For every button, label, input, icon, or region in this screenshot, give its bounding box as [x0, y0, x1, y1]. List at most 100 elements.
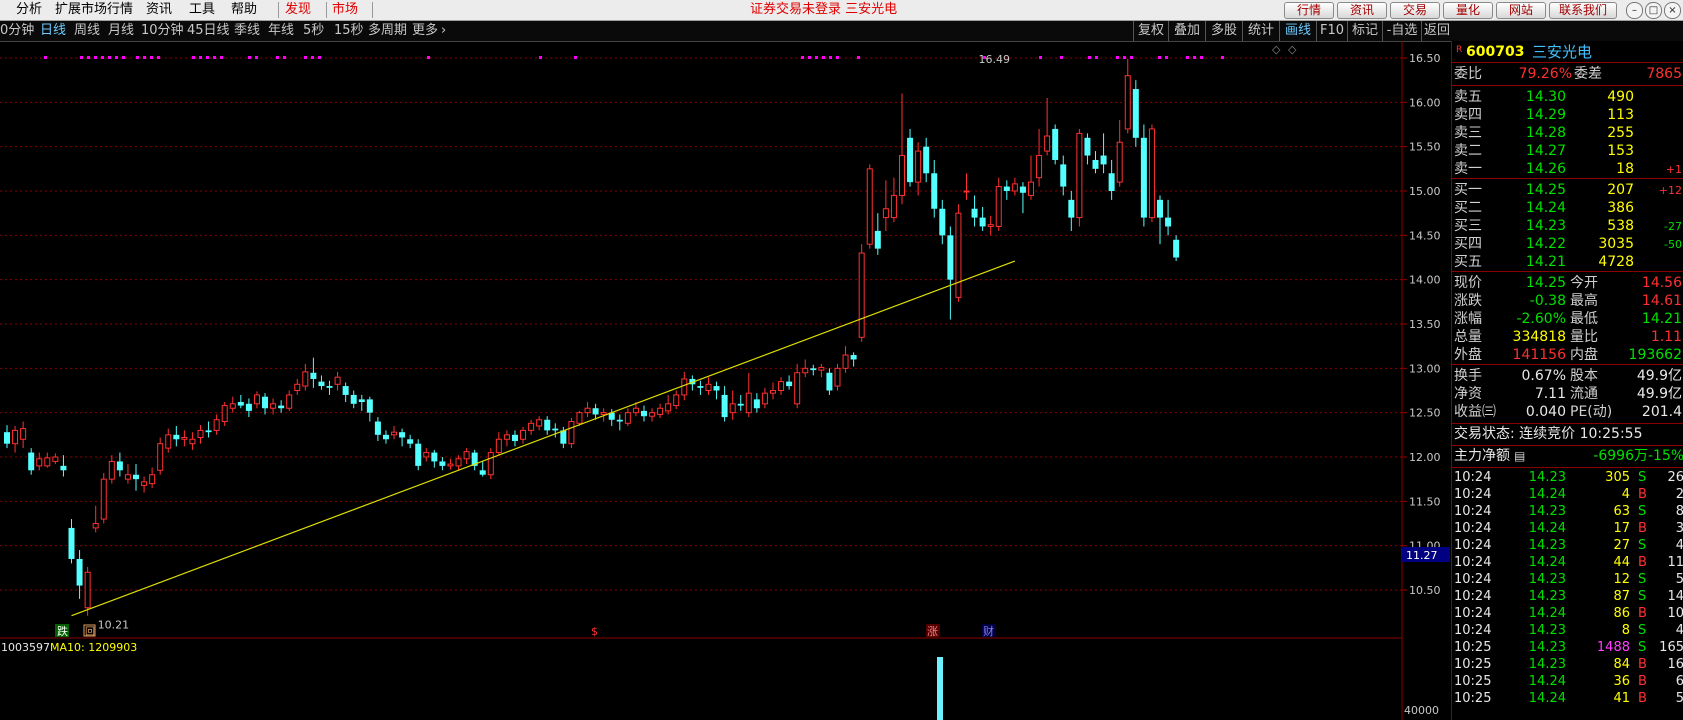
tick-row[interactable]: 10:24 14.24 17 B 3 [1452, 520, 1683, 537]
candle-body [455, 458, 462, 467]
candle-body [544, 419, 551, 431]
tick-row[interactable]: 10:24 14.23 63 S 8 [1452, 503, 1683, 520]
diamond-icon[interactable]: ◇ [1272, 43, 1281, 56]
stat-row: 净资 7.11 流通 49.9亿 [1452, 385, 1683, 404]
y-tick-label: 15.00 [1409, 185, 1441, 198]
trade-top-button[interactable]: 交易 [1390, 2, 1440, 19]
tick-row[interactable]: 10:25 14.24 41 B 5 [1452, 690, 1683, 707]
tick-row[interactable]: 10:24 14.23 87 S 14 [1452, 588, 1683, 605]
candle [931, 159, 938, 218]
candle [1165, 199, 1172, 236]
tick-row[interactable]: 10:24 14.23 27 S 4 [1452, 537, 1683, 554]
tool-statistics[interactable]: 统计 [1242, 21, 1279, 41]
candle-body [1068, 199, 1075, 218]
marker-dollar[interactable]: $ [591, 625, 598, 638]
period-more[interactable]: 更多 [412, 21, 438, 41]
candle [552, 423, 559, 438]
quant-top-button[interactable]: 量化 [1443, 2, 1493, 19]
website-top-button[interactable]: 网站 [1496, 2, 1546, 19]
candle [520, 426, 527, 444]
tool-back[interactable]: 返回 [1421, 21, 1452, 41]
candle [923, 137, 930, 183]
menu-news[interactable]: 资讯 [146, 0, 172, 20]
period-daily[interactable]: 日线 [40, 21, 66, 41]
ask-row[interactable]: 卖五 14.30 490 [1452, 88, 1683, 107]
tick-row[interactable]: 10:24 14.24 4 B 2 [1452, 486, 1683, 503]
bid-row[interactable]: 买一 14.25 207 +12 [1452, 181, 1683, 200]
period-0min[interactable]: 0分钟 [0, 21, 34, 41]
candle [278, 400, 285, 413]
volume-bar [937, 657, 943, 720]
trendline[interactable] [71, 260, 1016, 617]
tick-row[interactable]: 10:24 14.23 305 S 26 [1452, 469, 1683, 486]
tick-row[interactable]: 10:24 14.23 12 S 5 [1452, 571, 1683, 588]
period-10min[interactable]: 10分钟 [141, 21, 184, 41]
signal-dot [1095, 56, 1098, 59]
close-icon[interactable]: × [1664, 2, 1681, 19]
marker-zhang[interactable]: 涨 [927, 625, 938, 638]
minimize-icon[interactable]: – [1626, 2, 1643, 19]
menu-market[interactable]: 市场 [332, 0, 358, 20]
tool-adjust[interactable]: 复权 [1133, 21, 1168, 41]
bid-row[interactable]: 买四 14.22 3035 -50 [1452, 235, 1683, 254]
ask-row[interactable]: 卖二 14.27 153 [1452, 142, 1683, 161]
main-net-row[interactable]: 主力净额 ▤ -6996万 -15% [1452, 447, 1683, 466]
tick-row[interactable]: 10:24 14.24 44 B 11 [1452, 554, 1683, 571]
tick-row[interactable]: 10:25 14.23 1488 S 165 [1452, 639, 1683, 656]
menu-tools[interactable]: 工具 [189, 0, 215, 20]
stock-code[interactable]: 600703 [1466, 43, 1524, 62]
signal-dot [1116, 56, 1119, 59]
y-tick-label: 13.00 [1409, 362, 1441, 375]
ask-row[interactable]: 卖三 14.28 255 [1452, 124, 1683, 143]
signal-dot [255, 56, 258, 59]
menu-extended-market[interactable]: 扩展市场行情 [55, 0, 133, 20]
marker-die[interactable]: 跌 [57, 624, 68, 638]
list-icon[interactable]: ▤ [1514, 447, 1525, 466]
period-15sec[interactable]: 15秒 [334, 21, 364, 41]
quote-top-button[interactable]: 行情 [1284, 2, 1334, 19]
tick-row[interactable]: 10:25 14.24 36 B 6 [1452, 673, 1683, 690]
menu-analysis[interactable]: 分析 [16, 0, 42, 20]
bid-row[interactable]: 买五 14.21 4728 [1452, 253, 1683, 272]
tool-f10[interactable]: F10 [1316, 21, 1347, 41]
period-monthly[interactable]: 月线 [108, 21, 134, 41]
diamond-icon[interactable]: ◇ [1288, 43, 1297, 56]
period-45day[interactable]: 45日线 [187, 21, 230, 41]
candle [221, 402, 228, 426]
tick-direction: S [1638, 623, 1647, 638]
tick-volume: 17 [1613, 521, 1630, 536]
candle-body [1003, 186, 1010, 191]
tick-row[interactable]: 10:24 14.23 8 S 4 [1452, 622, 1683, 639]
contact-top-button[interactable]: 联系我们 [1549, 2, 1617, 19]
tick-row[interactable]: 10:24 14.24 86 B 10 [1452, 605, 1683, 622]
news-top-button[interactable]: 资讯 [1337, 2, 1387, 19]
login-notice[interactable]: 证券交易未登录 三安光电 [750, 0, 897, 20]
period-multi[interactable]: 多周期 [368, 21, 407, 41]
candle [729, 390, 736, 420]
period-quarter[interactable]: 季线 [234, 21, 260, 41]
tool-watchlist[interactable]: -自选 [1382, 21, 1421, 41]
period-yearly[interactable]: 年线 [268, 21, 294, 41]
candle-body [116, 461, 123, 471]
candle-body [12, 429, 19, 445]
tool-multi-stock[interactable]: 多股 [1205, 21, 1242, 41]
menu-help[interactable]: 帮助 [231, 0, 257, 20]
tick-row[interactable]: 10:25 14.23 84 B 16 [1452, 656, 1683, 673]
tool-draw-line[interactable]: 画线 [1279, 21, 1316, 41]
period-5sec[interactable]: 5秒 [303, 21, 324, 41]
tool-mark[interactable]: 标记 [1347, 21, 1382, 41]
period-weekly[interactable]: 周线 [74, 21, 100, 41]
bid-row[interactable]: 买二 14.24 386 [1452, 199, 1683, 218]
tool-overlay[interactable]: 叠加 [1168, 21, 1205, 41]
kline-chart[interactable]: 16.50 16.00 15.50 15.00 14.50 14.00 13.50 13.00… [0, 41, 1451, 720]
marker-hui[interactable]: 回 [85, 626, 95, 638]
ask-row[interactable]: 卖一 14.26 18 +1 [1452, 160, 1683, 179]
ask-row[interactable]: 卖四 14.29 113 [1452, 106, 1683, 125]
menu-discover[interactable]: 发现 [285, 0, 311, 20]
chevron-right-icon[interactable]: › [441, 21, 446, 41]
signal-dot [1200, 56, 1203, 59]
stock-name[interactable]: 三安光电 [1532, 43, 1592, 62]
restore-icon[interactable]: □ [1645, 2, 1662, 19]
bid-row[interactable]: 买三 14.23 538 -27 [1452, 217, 1683, 236]
marker-cai[interactable]: 财 [983, 624, 994, 638]
